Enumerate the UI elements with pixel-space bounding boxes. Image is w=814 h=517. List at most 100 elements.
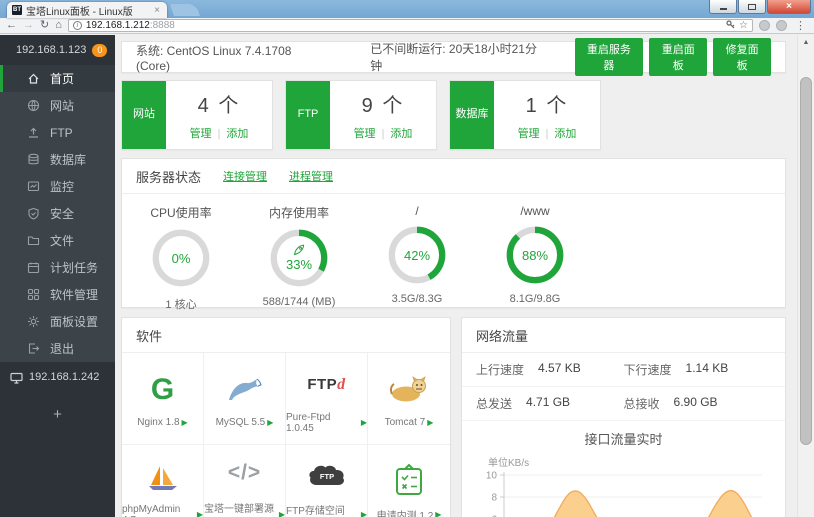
- tab-title: 宝塔Linux面板 - Linux版: [26, 3, 148, 18]
- software-item-deploy-source[interactable]: </> 宝塔一键部署源码 1.0▶: [204, 445, 286, 517]
- stat-tag: 数据库: [450, 81, 494, 149]
- sidebar-item-logout[interactable]: 退出: [0, 335, 115, 362]
- system-label: 系统: CentOS Linux 7.4.1708 (Core): [136, 42, 328, 73]
- running-play-icon: ▶: [361, 510, 367, 517]
- server-item-1[interactable]: 192.168.1.123 0: [0, 35, 115, 65]
- minimize-icon: [720, 8, 727, 10]
- gear-icon: [27, 315, 40, 328]
- shield-icon: [27, 207, 40, 220]
- software-item-pureftpd[interactable]: FTPd Pure-Ftpd 1.0.45▶: [286, 353, 368, 445]
- svg-text:10: 10: [486, 471, 498, 482]
- extension-icon[interactable]: [759, 20, 770, 31]
- add-link[interactable]: 添加: [226, 128, 248, 140]
- website-count: 4 个: [198, 89, 241, 118]
- chart-title: 接口流量实时: [462, 429, 785, 448]
- grid-icon: [27, 288, 40, 301]
- browser-tab[interactable]: BT 宝塔Linux面板 - Linux版 ×: [7, 2, 167, 18]
- folder-icon: [27, 234, 40, 247]
- ftp-stat-card: FTP 9 个 管理|添加: [285, 80, 437, 150]
- server-status-title: 服务器状态: [136, 167, 201, 186]
- software-item-nginx[interactable]: G Nginx 1.8▶: [122, 353, 204, 445]
- running-play-icon: ▶: [435, 510, 441, 517]
- logout-icon: [27, 342, 40, 355]
- home-icon: [27, 72, 40, 85]
- page-info-icon[interactable]: i: [73, 21, 82, 30]
- network-traffic-card: 网络流量 上行速度4.57 KB 下行速度1.14 KB 总发送4.71 GB …: [461, 317, 786, 517]
- password-key-icon[interactable]: [726, 20, 735, 32]
- svg-text:8: 8: [491, 493, 497, 504]
- add-server-button[interactable]: +: [0, 392, 115, 423]
- rocket-icon: [293, 244, 305, 256]
- globe-icon: [27, 99, 40, 112]
- new-tab-button[interactable]: [170, 4, 200, 16]
- phpmyadmin-icon: [143, 463, 183, 491]
- window-minimize-button[interactable]: [709, 0, 737, 14]
- software-item-mysql[interactable]: MySQL 5.5▶: [204, 353, 286, 445]
- window-maximize-button[interactable]: [738, 0, 766, 14]
- browser-toolbar: ← → ↻ ⌂ i 192.168.1.212:8888 ☆ ⋮: [0, 18, 814, 34]
- server-item-2[interactable]: 192.168.1.242: [0, 362, 115, 392]
- chrome-menu-icon[interactable]: ⋮: [793, 19, 808, 32]
- software-item-beta-apply[interactable]: 申请内测 1.2▶: [368, 445, 450, 517]
- scrollbar-thumb[interactable]: [800, 77, 812, 445]
- pureftpd-icon: FTPd: [307, 376, 345, 394]
- manage-link[interactable]: 管理: [518, 128, 540, 140]
- sidebar-item-ftp[interactable]: FTP: [0, 119, 115, 146]
- software-item-tomcat[interactable]: Tomcat 7▶: [368, 353, 450, 445]
- bookmark-star-icon[interactable]: ☆: [739, 20, 748, 31]
- stat-tag: FTP: [286, 81, 330, 149]
- back-icon[interactable]: ←: [6, 20, 17, 31]
- sidebar-item-security[interactable]: 安全: [0, 200, 115, 227]
- home-icon[interactable]: ⌂: [55, 20, 62, 31]
- sidebar-menu: 首页 网站 FTP 数据库 监控: [0, 65, 115, 362]
- sidebar-item-database[interactable]: 数据库: [0, 146, 115, 173]
- extension-icon[interactable]: [776, 20, 787, 31]
- website-stat-card: 网站 4 个 管理|添加: [121, 80, 273, 150]
- network-title: 网络流量: [476, 326, 528, 345]
- sidebar-item-cron[interactable]: 计划任务: [0, 254, 115, 281]
- clipboard-icon: [394, 464, 424, 496]
- manage-link[interactable]: 管理: [190, 128, 212, 140]
- repair-panel-button[interactable]: 修复面板: [713, 38, 771, 76]
- running-play-icon: ▶: [182, 418, 188, 427]
- main-content: 系统: CentOS Linux 7.4.1708 (Core) 已不间断运行:…: [115, 35, 797, 517]
- refresh-icon[interactable]: ↻: [40, 20, 49, 31]
- software-item-ftp-storage[interactable]: FTP FTP存储空间 1.6▶: [286, 445, 368, 517]
- ftp-count: 9 个: [362, 89, 405, 118]
- url-text[interactable]: 192.168.1.212:8888: [86, 20, 722, 31]
- restart-panel-button[interactable]: 重启面板: [649, 38, 707, 76]
- connection-manage-link[interactable]: 连接管理: [223, 168, 267, 184]
- running-play-icon: ▶: [427, 418, 433, 427]
- window-close-button[interactable]: ×: [767, 0, 811, 14]
- sidebar-item-files[interactable]: 文件: [0, 227, 115, 254]
- memory-gauge: 内存使用率 33% 588/1744 (MB): [240, 204, 358, 312]
- sidebar-item-software[interactable]: 软件管理: [0, 281, 115, 308]
- process-manage-link[interactable]: 进程管理: [289, 168, 333, 184]
- sidebar-item-monitor[interactable]: 监控: [0, 173, 115, 200]
- up-speed-value: 4.57 KB: [538, 361, 581, 378]
- tomcat-icon: [389, 376, 429, 404]
- add-link[interactable]: 添加: [554, 128, 576, 140]
- sidebar-item-website[interactable]: 网站: [0, 92, 115, 119]
- software-item-phpmyadmin[interactable]: phpMyAdmin 4.7▶: [122, 445, 204, 517]
- tab-close-icon[interactable]: ×: [152, 5, 162, 16]
- software-card: 软件 G Nginx 1.8▶ MySQL 5.5▶: [121, 317, 451, 517]
- scroll-up-icon[interactable]: ▲: [798, 35, 814, 46]
- chart-unit-label: 单位KB/s: [488, 454, 785, 469]
- vertical-scrollbar[interactable]: ▲: [797, 35, 814, 517]
- www-disk-gauge: /www 88% 8.1G/9.8G: [476, 204, 594, 312]
- message-badge[interactable]: 0: [92, 44, 107, 57]
- sidebar-item-home[interactable]: 首页: [0, 65, 115, 92]
- restart-server-button[interactable]: 重启服务器: [575, 38, 644, 76]
- sidebar-item-settings[interactable]: 面板设置: [0, 308, 115, 335]
- calendar-icon: [27, 261, 40, 274]
- down-speed-value: 1.14 KB: [686, 361, 729, 378]
- forward-icon[interactable]: →: [23, 20, 34, 31]
- add-link[interactable]: 添加: [390, 128, 412, 140]
- ftp-cloud-icon: FTP: [306, 461, 348, 489]
- url-bar[interactable]: i 192.168.1.212:8888 ☆: [68, 19, 753, 32]
- system-info-bar: 系统: CentOS Linux 7.4.1708 (Core) 已不间断运行:…: [121, 41, 786, 73]
- server-status-card: 服务器状态 连接管理 进程管理 CPU使用率 0% 1 核心 内存使用率: [121, 158, 786, 308]
- close-icon: ×: [786, 2, 792, 12]
- manage-link[interactable]: 管理: [354, 128, 376, 140]
